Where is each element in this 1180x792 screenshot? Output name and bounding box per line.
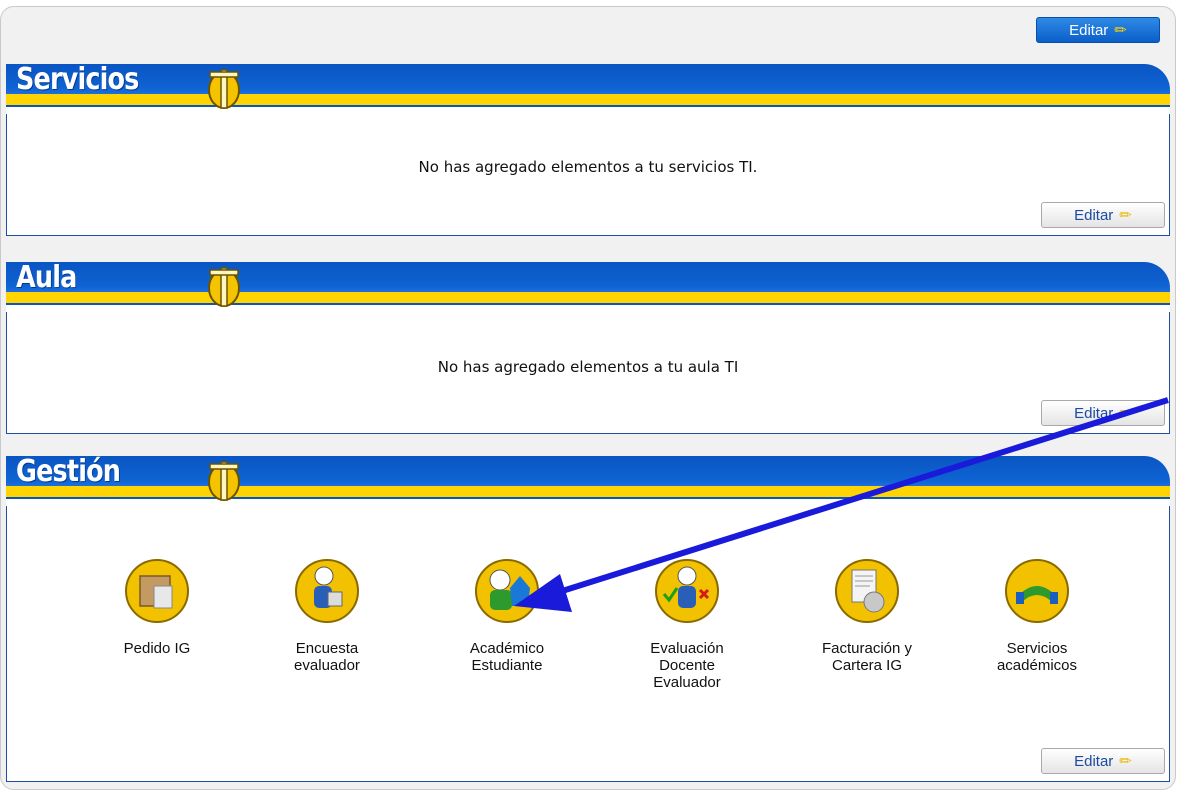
app-pedido-ig[interactable]: Pedido IG	[87, 558, 227, 657]
pencil-icon: ✏	[1119, 405, 1132, 422]
institution-logo-icon	[208, 267, 240, 307]
section-header: Gestión	[6, 454, 1170, 506]
app-label: Facturación y Cartera IG	[821, 640, 913, 674]
section-gestion: Gestión Pedido IG Encuesta evaluador Aca…	[6, 454, 1170, 782]
pencil-icon: ✏	[1119, 753, 1132, 770]
billing-document-icon	[835, 559, 899, 623]
app-label: Académico Estudiante	[469, 640, 545, 674]
edit-label: Editar	[1074, 752, 1114, 770]
survey-evaluator-icon	[295, 559, 359, 623]
section-title: Aula	[16, 260, 77, 295]
app-academico-estudiante[interactable]: Académico Estudiante	[437, 558, 577, 674]
app-label: Pedido IG	[123, 640, 191, 657]
app-servicios-academicos[interactable]: Servicios académicos	[967, 558, 1107, 674]
edit-button[interactable]: Editar ✏	[1041, 202, 1165, 228]
teacher-evaluation-icon	[655, 559, 719, 623]
academic-services-icon	[1005, 559, 1069, 623]
section-title: Servicios	[16, 62, 139, 97]
pencil-icon: ✏	[1119, 207, 1132, 224]
institution-logo-icon	[208, 69, 240, 109]
app-evaluacion-docente[interactable]: Evaluación Docente Evaluador	[617, 558, 757, 691]
student-academic-icon	[475, 559, 539, 623]
section-panel: No has agregado elementos a tu aula TI E…	[6, 312, 1170, 434]
edit-button[interactable]: Editar ✏	[1041, 748, 1165, 774]
section-panel: No has agregado elementos a tu servicios…	[6, 114, 1170, 236]
empty-message: No has agregado elementos a tu aula TI	[437, 358, 739, 376]
section-panel: Pedido IG Encuesta evaluador Académico E…	[6, 506, 1170, 782]
section-aula: Aula No has agregado elementos a tu aula…	[6, 260, 1170, 434]
edit-label: Editar	[1074, 206, 1114, 224]
pencil-icon: ✏	[1114, 22, 1127, 39]
section-header: Aula	[6, 260, 1170, 312]
edit-label: Editar	[1074, 404, 1114, 422]
section-servicios: Servicios No has agregado elementos a tu…	[6, 62, 1170, 236]
section-header: Servicios	[6, 62, 1170, 114]
top-edit-button[interactable]: Editar ✏	[1036, 17, 1160, 43]
institution-logo-icon	[208, 461, 240, 501]
app-grid: Pedido IG Encuesta evaluador Académico E…	[87, 558, 1107, 738]
package-icon	[125, 559, 189, 623]
app-label: Servicios académicos	[996, 640, 1078, 674]
app-label: Encuesta evaluador	[294, 640, 360, 674]
app-label: Evaluación Docente Evaluador	[650, 640, 724, 691]
app-facturacion-cartera[interactable]: Facturación y Cartera IG	[797, 558, 937, 674]
edit-button[interactable]: Editar ✏	[1041, 400, 1165, 426]
top-edit-label: Editar	[1069, 21, 1109, 39]
section-title: Gestión	[16, 454, 121, 489]
empty-message: No has agregado elementos a tu servicios…	[418, 158, 758, 176]
app-encuesta-evaluador[interactable]: Encuesta evaluador	[257, 558, 397, 674]
